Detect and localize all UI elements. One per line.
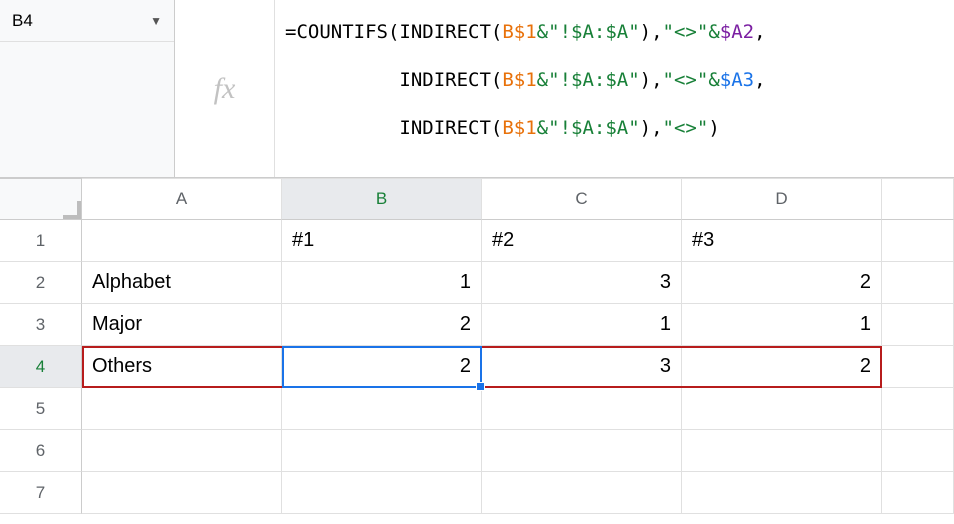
name-box-value: B4 [12,11,150,31]
row-6: 6 [0,430,954,472]
cell-E2[interactable] [882,262,954,304]
row-4: 4 Others 2 3 2 [0,346,954,388]
cell-B4[interactable]: 2 [282,346,482,388]
cell-A5[interactable] [82,388,282,430]
cell-E3[interactable] [882,304,954,346]
cell-C3[interactable]: 1 [482,304,682,346]
formula-ref: $A3 [720,69,754,91]
formula-str: "!$A:$A" [548,117,640,139]
formula-str: "<>" [663,117,709,139]
cell-D7[interactable] [682,472,882,514]
formula-op: & [708,69,719,91]
cell-D3[interactable]: 1 [682,304,882,346]
formula-input[interactable]: =COUNTIFS(INDIRECT(B$1&"!$A:$A"),"<>"&$A… [275,0,954,177]
col-header-extra[interactable] [882,178,954,220]
formula-str: "<>" [663,69,709,91]
formula-punct: ) [640,117,651,139]
formula-punct: , [651,117,662,139]
formula-punct: ) [708,117,719,139]
cell-D1[interactable]: #3 [682,220,882,262]
formula-text: INDIRECT( [285,117,502,139]
formula-punct: , [754,69,765,91]
row-header-6[interactable]: 6 [0,430,82,472]
fx-label: fx [214,72,236,106]
row-header-1[interactable]: 1 [0,220,82,262]
name-box-wrap: B4 ▼ [0,0,175,177]
formula-op: & [537,69,548,91]
row-2: 2 Alphabet 1 3 2 [0,262,954,304]
row-5: 5 [0,388,954,430]
cell-B5[interactable] [282,388,482,430]
cell-D5[interactable] [682,388,882,430]
formula-op: & [537,117,548,139]
row-header-7[interactable]: 7 [0,472,82,514]
fx-indicator: fx [175,0,275,177]
formula-ref: B$1 [502,69,536,91]
cell-A2[interactable]: Alphabet [82,262,282,304]
cell-B6[interactable] [282,430,482,472]
name-box-dropdown-icon[interactable]: ▼ [150,14,162,28]
cell-C5[interactable] [482,388,682,430]
cell-B2[interactable]: 1 [282,262,482,304]
cell-E1[interactable] [882,220,954,262]
cell-A3[interactable]: Major [82,304,282,346]
grid: A B C D 1 #1 #2 #3 2 Alphabet 1 3 2 3 Ma… [0,178,954,514]
formula-punct: , [651,21,662,43]
row-header-3[interactable]: 3 [0,304,82,346]
cell-D6[interactable] [682,430,882,472]
formula-str: "!$A:$A" [548,21,640,43]
cell-C2[interactable]: 3 [482,262,682,304]
formula-text: =COUNTIFS(INDIRECT( [285,21,502,43]
cell-B1[interactable]: #1 [282,220,482,262]
cell-D4[interactable]: 2 [682,346,882,388]
cell-C1[interactable]: #2 [482,220,682,262]
formula-str: "!$A:$A" [548,69,640,91]
formula-punct: ) [640,69,651,91]
row-3: 3 Major 2 1 1 [0,304,954,346]
formula-op: & [537,21,548,43]
col-header-B[interactable]: B [282,178,482,220]
col-header-D[interactable]: D [682,178,882,220]
row-7: 7 [0,472,954,514]
formula-punct: , [754,21,765,43]
formula-op: & [708,21,719,43]
row-header-4[interactable]: 4 [0,346,82,388]
cell-E5[interactable] [882,388,954,430]
cell-A4[interactable]: Others [82,346,282,388]
cell-A1[interactable] [82,220,282,262]
col-header-C[interactable]: C [482,178,682,220]
row-header-5[interactable]: 5 [0,388,82,430]
formula-punct: ) [640,21,651,43]
name-box[interactable]: B4 ▼ [0,0,174,42]
cell-E4[interactable] [882,346,954,388]
cell-A7[interactable] [82,472,282,514]
cell-B3[interactable]: 2 [282,304,482,346]
select-all-corner[interactable] [0,178,82,220]
col-header-A[interactable]: A [82,178,282,220]
name-box-spacer [0,42,174,177]
formula-ref: $A2 [720,21,754,43]
cell-A6[interactable] [82,430,282,472]
row-1: 1 #1 #2 #3 [0,220,954,262]
cell-E7[interactable] [882,472,954,514]
cell-C6[interactable] [482,430,682,472]
formula-str: "<>" [663,21,709,43]
row-header-2[interactable]: 2 [0,262,82,304]
formula-bar-area: B4 ▼ fx =COUNTIFS(INDIRECT(B$1&"!$A:$A")… [0,0,954,178]
cell-C7[interactable] [482,472,682,514]
formula-ref: B$1 [502,117,536,139]
cell-C4[interactable]: 3 [482,346,682,388]
formula-text: INDIRECT( [285,69,502,91]
formula-punct: , [651,69,662,91]
cell-D2[interactable]: 2 [682,262,882,304]
cell-B7[interactable] [282,472,482,514]
cell-E6[interactable] [882,430,954,472]
formula-ref: B$1 [502,21,536,43]
column-header-row: A B C D [0,178,954,220]
